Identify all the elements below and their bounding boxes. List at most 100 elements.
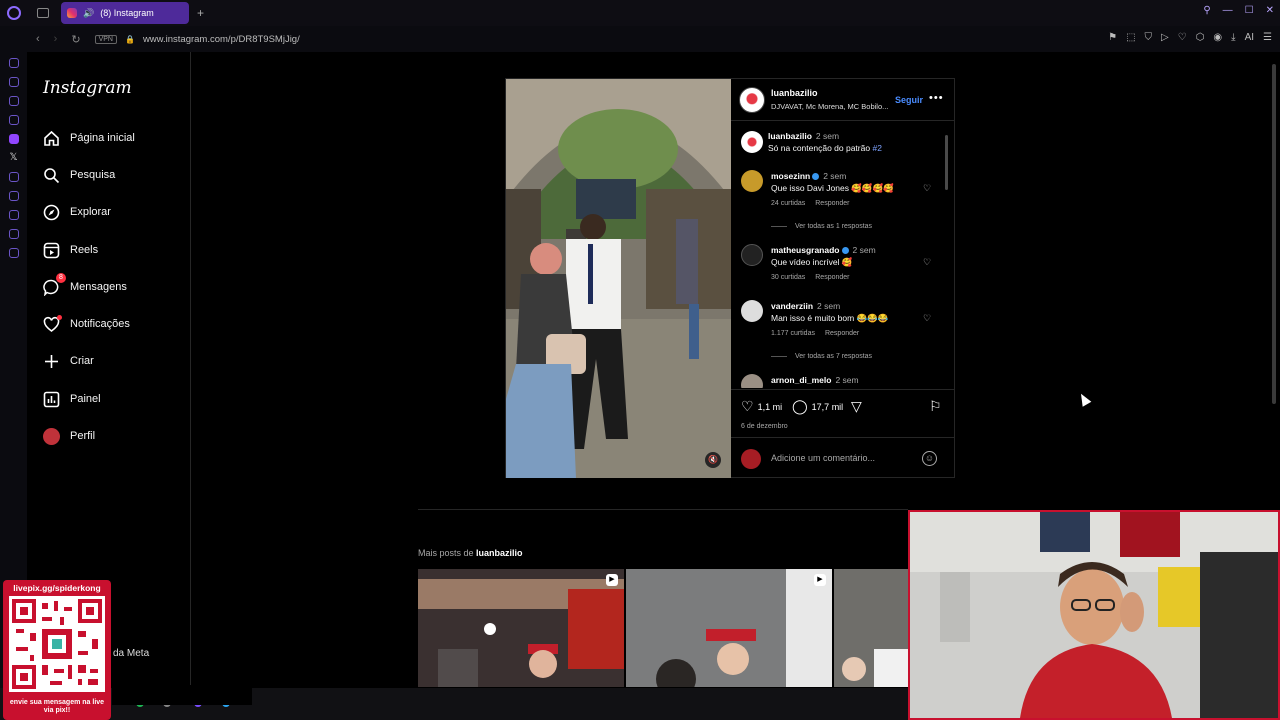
maximize-button[interactable]: ☐ <box>1245 5 1254 16</box>
comment-avatar[interactable] <box>741 244 763 266</box>
pinboard-icon[interactable] <box>8 229 19 239</box>
comment-likes[interactable]: 1.177 curtidas <box>771 330 815 337</box>
reload-button[interactable]: ↻ <box>71 33 80 46</box>
comment-likes[interactable]: 30 curtidas <box>771 274 805 281</box>
post-side-panel: luanbazilio DJVAVAT, Mc Morena, MC Bobil… <box>731 79 955 478</box>
vpn-badge[interactable]: VPN <box>94 34 117 44</box>
nav-label: Pesquisa <box>70 169 116 181</box>
author-username[interactable]: luanbazilio <box>771 88 818 98</box>
like-button[interactable]: ♡ 1,1 mi <box>741 398 782 415</box>
save-button[interactable]: ⚐ <box>929 398 942 415</box>
extensions-icon[interactable]: ⬡ <box>1196 32 1205 43</box>
nav-item-home[interactable]: Página inicial <box>43 126 135 150</box>
comment-author[interactable]: vanderziin 2 sem <box>771 301 840 311</box>
more-options-icon[interactable]: ••• <box>929 92 944 104</box>
post-thumbnail[interactable]: ▶ <box>626 569 832 687</box>
minimize-button[interactable]: — <box>1223 5 1233 16</box>
browser-tab-instagram[interactable]: 🔊 (8) Instagram <box>61 2 189 24</box>
x-icon[interactable]: 𝕏 <box>9 153 19 163</box>
twitch-icon[interactable] <box>8 134 19 144</box>
play-icon[interactable]: ▷ <box>1161 32 1169 43</box>
mute-icon[interactable]: 🔇 <box>705 452 721 468</box>
share-button[interactable]: ▽ <box>851 398 862 415</box>
close-button[interactable]: ✕ <box>1266 5 1274 16</box>
reel-video[interactable]: 🔇 <box>506 79 731 478</box>
history-icon[interactable] <box>8 58 19 68</box>
nav-item-notifications[interactable]: Notificações <box>43 312 130 336</box>
qr-code-image <box>9 596 105 692</box>
view-replies-link[interactable]: Ver todas as 1 respostas <box>771 223 872 230</box>
url-field[interactable]: www.instagram.com/p/DR8T9SMjJig/ <box>143 34 300 45</box>
download-icon[interactable]: ⤓ <box>1231 32 1235 43</box>
back-button[interactable]: ‹ <box>36 33 40 46</box>
comment-icon: ◯ <box>792 398 808 414</box>
nav-item-explore[interactable]: Explorar <box>43 200 111 224</box>
post-date[interactable]: 6 de dezembro <box>741 423 788 430</box>
comment-avatar[interactable] <box>741 170 763 192</box>
nav-item-dashboard[interactable]: Painel <box>43 387 101 411</box>
messenger-icon[interactable] <box>8 115 19 125</box>
emoji-icon[interactable]: ☺ <box>922 451 937 466</box>
ai-button[interactable]: AI <box>1245 32 1254 43</box>
comment-author[interactable]: mosezinn 2 sem <box>771 171 846 181</box>
pin-icon[interactable]: ⚑ <box>1108 32 1117 43</box>
comment-avatar[interactable] <box>741 300 763 322</box>
nav-item-messages[interactable]: 8 Mensagens <box>43 272 127 299</box>
comment-author[interactable]: arnon_di_melo 2 sem <box>771 375 859 385</box>
comment-avatar[interactable] <box>741 374 763 388</box>
clock-icon[interactable] <box>8 210 19 220</box>
caption-avatar[interactable] <box>741 131 763 153</box>
author-avatar[interactable] <box>739 87 765 113</box>
post-thumbnail[interactable] <box>834 569 908 687</box>
comment-like-icon[interactable]: ♡ <box>923 313 931 324</box>
new-tab-button[interactable]: + <box>197 6 204 20</box>
workspaces-icon[interactable] <box>37 8 49 18</box>
comment-meta: 1.177 curtidas Responder <box>771 330 869 337</box>
lock-icon[interactable]: 🔒 <box>125 35 135 44</box>
view-replies-link[interactable]: Ver todas as 7 respostas <box>771 353 872 360</box>
follow-button[interactable]: Seguir <box>895 95 923 105</box>
whatsapp-icon[interactable] <box>8 96 19 106</box>
reply-button[interactable]: Responder <box>825 330 859 337</box>
nav-label: Criar <box>70 355 94 367</box>
search-icon[interactable]: ⚲ <box>1203 5 1210 16</box>
reply-button[interactable]: Responder <box>815 200 849 207</box>
browser-tab-bar: 🔊 (8) Instagram + ⚲ — ☐ ✕ <box>0 0 1280 26</box>
music-info[interactable]: DJVAVAT, Mc Morena, MC Bobilo... <box>771 102 895 111</box>
comment-input[interactable]: Adicione um comentário... <box>771 453 875 463</box>
reply-button[interactable]: Responder <box>815 274 849 281</box>
menu-icon[interactable]: ☰ <box>1263 32 1272 43</box>
hashtag-link[interactable]: #2 <box>872 143 881 153</box>
messenger-icon: 8 <box>43 272 66 297</box>
nav-item-search[interactable]: Pesquisa <box>43 163 115 187</box>
bookmark-icon[interactable] <box>8 77 19 87</box>
snapshot-icon[interactable]: ⬚ <box>1126 32 1135 43</box>
comment-likes[interactable]: 24 curtidas <box>771 200 805 207</box>
speaker-icon[interactable]: 🔊 <box>83 8 94 19</box>
wallet-icon[interactable] <box>8 191 19 201</box>
navigation-buttons: ‹ › ↻ <box>36 33 81 46</box>
more-posts-user[interactable]: luanbazilio <box>476 548 523 558</box>
settings-icon[interactable] <box>8 248 19 258</box>
nav-item-create[interactable]: Criar <box>43 349 94 373</box>
heart-icon[interactable]: ♡ <box>1178 32 1187 43</box>
comment-like-icon[interactable]: ♡ <box>923 183 931 194</box>
comment-button[interactable]: ◯ 17,7 mil <box>792 398 843 415</box>
profile-icon[interactable]: ◉ <box>1213 32 1222 43</box>
comment-author[interactable]: matheusgranado 2 sem <box>771 245 876 255</box>
instagram-logo[interactable]: Instagram <box>43 78 132 98</box>
comment-like-icon[interactable]: ♡ <box>923 257 931 268</box>
plus-icon <box>43 353 60 370</box>
shield-icon[interactable]: ⛉ <box>1145 32 1153 43</box>
window-controls: ⚲ — ☐ ✕ <box>1203 5 1274 16</box>
forward-button[interactable]: › <box>54 33 58 46</box>
nav-item-reels[interactable]: Reels <box>43 238 98 262</box>
player-icon[interactable] <box>8 172 19 182</box>
comments-list[interactable]: luanbazilio 2 sem Só na contenção do patr… <box>731 122 955 388</box>
caption-author[interactable]: luanbazilio 2 sem <box>768 131 839 141</box>
post-thumbnail[interactable]: ▶ <box>418 569 624 687</box>
comments-scrollbar[interactable] <box>945 125 949 387</box>
home-icon <box>43 130 60 147</box>
browser-logo-icon[interactable] <box>7 6 21 20</box>
nav-item-profile[interactable]: Perfil <box>43 424 95 448</box>
